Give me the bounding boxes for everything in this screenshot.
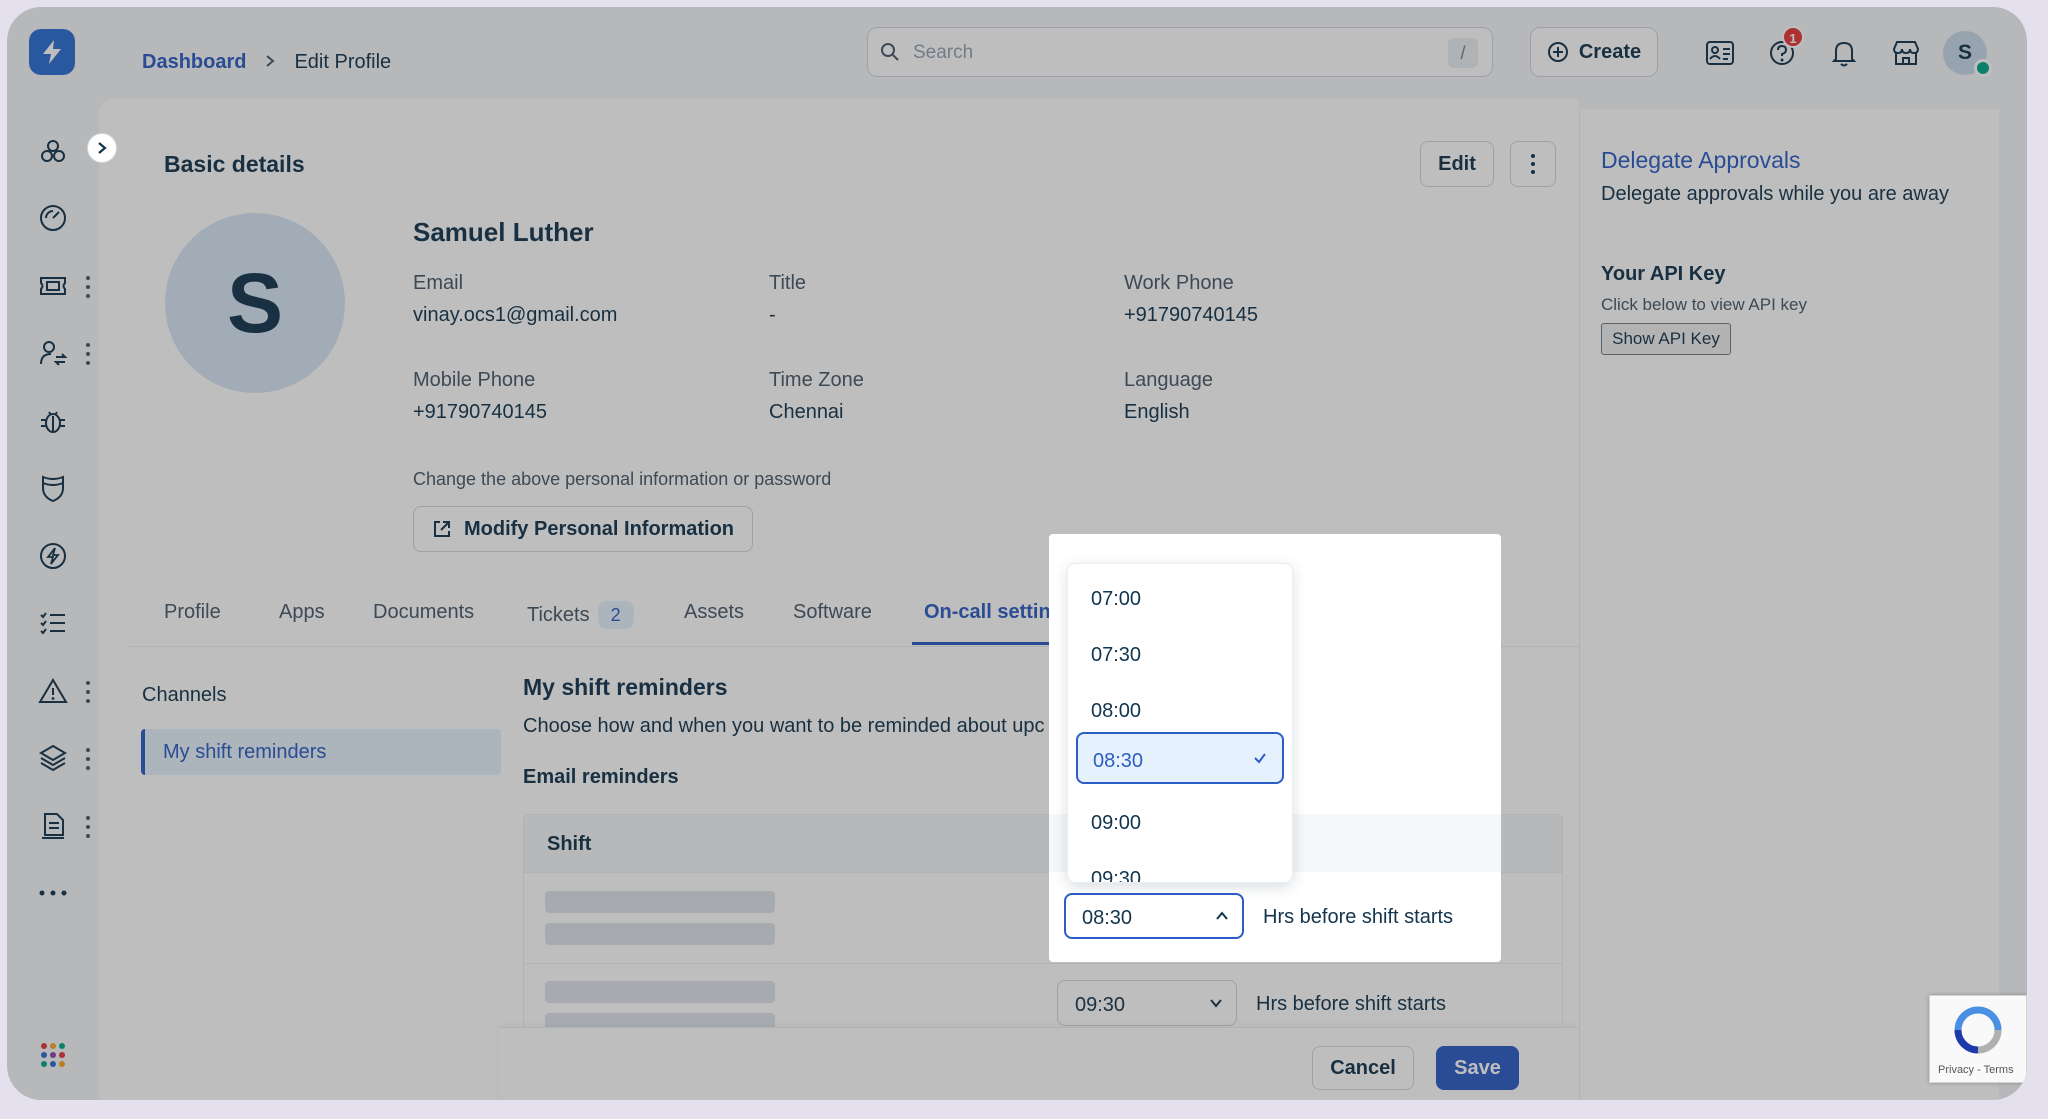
time-option[interactable]: 07:30 — [1076, 628, 1284, 680]
chevron-right-icon — [98, 142, 107, 154]
time-option-selected[interactable]: 08:30 — [1076, 732, 1284, 784]
modal-backdrop[interactable] — [7, 7, 2027, 1100]
time-option[interactable]: 09:30 — [1076, 852, 1284, 882]
reminder-suffix-1: Hrs before shift starts — [1263, 906, 1454, 928]
reminder-time-value-1: 08:30 — [1082, 907, 1133, 929]
recaptcha-links[interactable]: Privacy - Terms — [1938, 1064, 2014, 1076]
chevron-up-icon — [1216, 911, 1228, 920]
recaptcha-icon — [1954, 1006, 2002, 1054]
time-options-listbox[interactable]: 07:00 07:30 08:00 08:30 09:00 09:30 — [1067, 563, 1293, 883]
app-window: Dashboard Edit Profile Search / Create 1 — [7, 7, 2027, 1100]
time-option[interactable]: 07:00 — [1076, 572, 1284, 624]
recaptcha-badge[interactable]: Privacy - Terms — [1929, 995, 2027, 1083]
reminder-time-select-1[interactable]: 08:30 — [1064, 893, 1244, 939]
time-option[interactable]: 08:00 — [1076, 684, 1284, 736]
sidebar-expand-button[interactable] — [87, 133, 117, 163]
time-option[interactable]: 09:00 — [1076, 796, 1284, 848]
checkmark-icon — [1254, 753, 1266, 764]
